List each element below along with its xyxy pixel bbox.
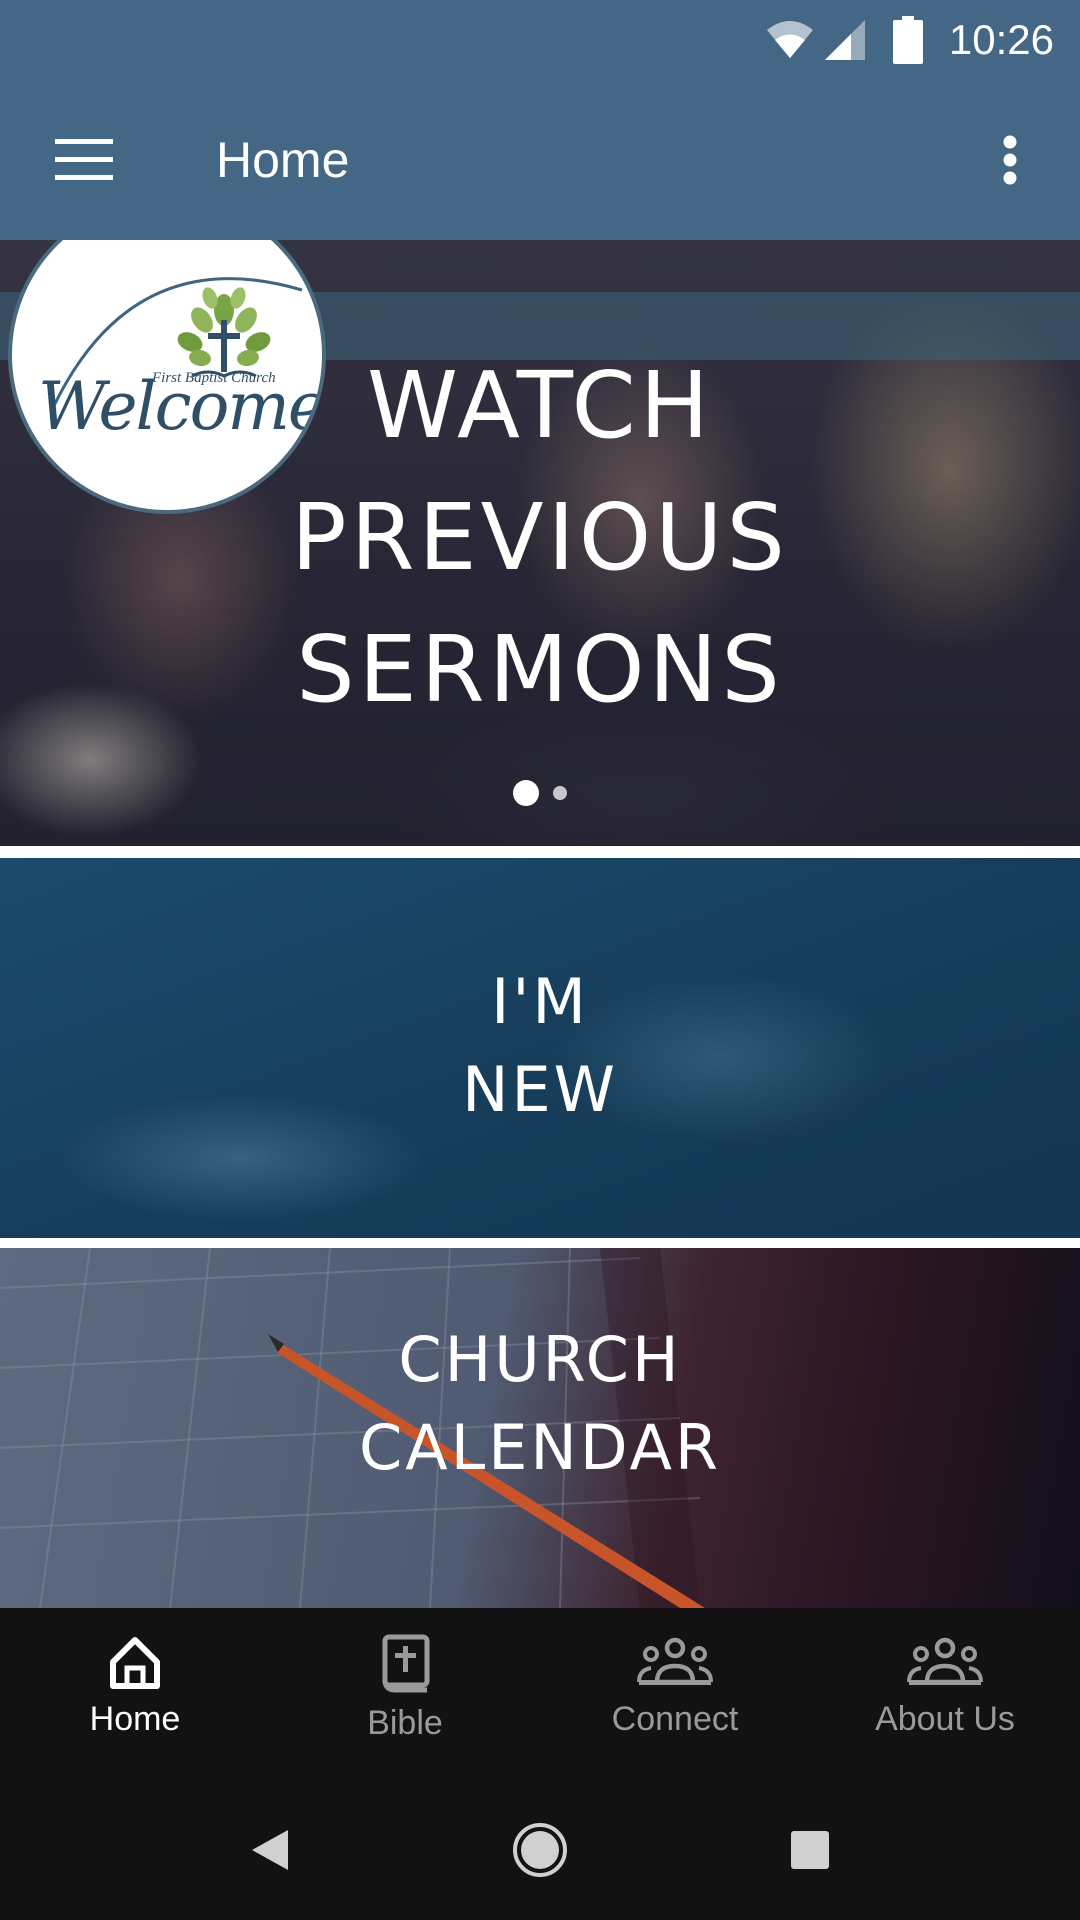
banner-line: PREVIOUS [291, 484, 789, 591]
nav-item-about-us[interactable]: About Us [810, 1608, 1080, 1780]
recents-button[interactable] [770, 1810, 850, 1890]
church-calendar-tile[interactable]: CHURCH CALENDAR [0, 1248, 1080, 1608]
tile-line: I'M [491, 965, 589, 1038]
tile-line: CHURCH [398, 1323, 682, 1396]
nav-item-connect[interactable]: Connect [540, 1608, 810, 1780]
status-icons: 10:26 [765, 0, 1080, 80]
nav-label: About Us [875, 1700, 1015, 1738]
bottom-navigation: Home Bible Connect About Us [0, 1608, 1080, 1780]
nav-label: Home [89, 1700, 181, 1738]
tile-title: I'M NEW [0, 958, 1080, 1134]
group-icon [907, 1634, 983, 1690]
group-icon [637, 1634, 713, 1690]
nav-item-home[interactable]: Home [0, 1608, 270, 1780]
system-navigation-bar [0, 1780, 1080, 1920]
page-title: Home [216, 132, 350, 188]
nav-item-bible[interactable]: Bible [270, 1608, 540, 1780]
tile-line: NEW [462, 1053, 618, 1126]
status-bar: 10:26 [0, 0, 1080, 80]
page-dot[interactable] [553, 786, 567, 800]
banner-line: WATCH [367, 352, 713, 459]
battery-icon [892, 16, 923, 64]
home-icon [107, 1634, 163, 1690]
wifi-icon [765, 20, 815, 60]
sermons-carousel[interactable]: First Baptist Church Welcome WATCH PREVI… [0, 240, 1080, 846]
im-new-tile[interactable]: I'M NEW [0, 858, 1080, 1238]
carousel-page-indicator [0, 780, 1080, 806]
app-toolbar: Home [0, 80, 1080, 240]
nav-label: Bible [367, 1704, 443, 1742]
hamburger-menu-icon [55, 139, 113, 181]
home-circle-icon [512, 1822, 568, 1878]
app-screen: 10:26 Home First Baptist Church Welcome … [0, 0, 1080, 1920]
hamburger-menu-button[interactable] [40, 120, 128, 200]
tile-line: CALENDAR [359, 1411, 721, 1484]
more-vert-icon [1003, 135, 1017, 185]
overflow-menu-button[interactable] [970, 120, 1050, 200]
page-dot-active[interactable] [513, 780, 539, 806]
bible-icon [377, 1634, 433, 1694]
banner-text: WATCH PREVIOUS SERMONS [240, 340, 840, 736]
back-icon [250, 1828, 290, 1872]
tile-title: CHURCH CALENDAR [0, 1316, 1080, 1492]
nav-label: Connect [611, 1700, 739, 1738]
status-time: 10:26 [948, 16, 1054, 63]
system-home-button[interactable] [500, 1810, 580, 1890]
recents-icon [790, 1830, 830, 1870]
back-button[interactable] [230, 1810, 310, 1890]
banner-line: SERMONS [296, 616, 784, 723]
cell-signal-icon [823, 18, 867, 62]
